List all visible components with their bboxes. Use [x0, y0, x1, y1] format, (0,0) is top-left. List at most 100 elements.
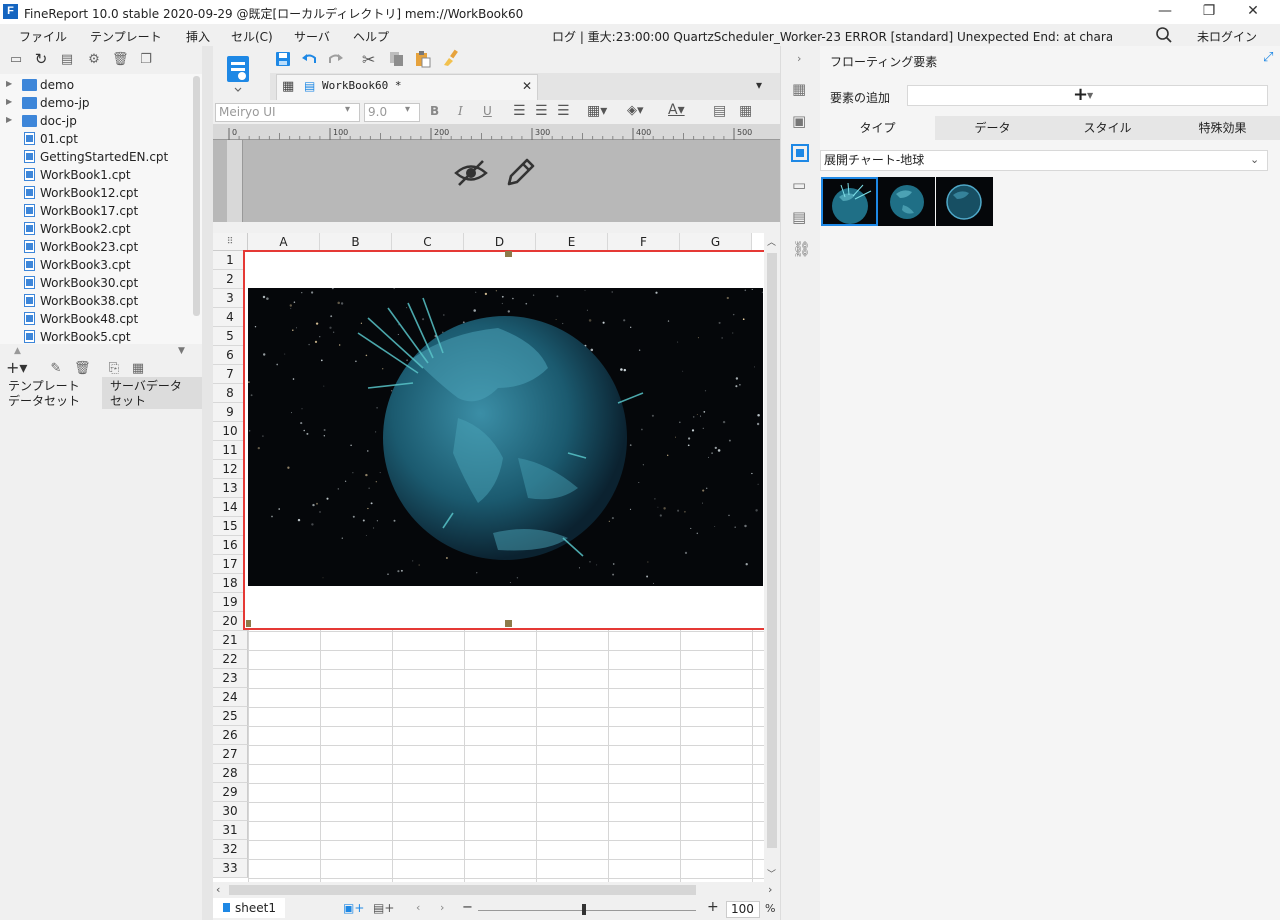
tree-file[interactable]: GettingStartedEN.cpt	[0, 148, 192, 166]
column-header[interactable]: A	[248, 233, 320, 251]
paste-icon[interactable]	[414, 50, 432, 71]
tab-special-effect[interactable]: 特殊効果	[1165, 116, 1280, 140]
row-header[interactable]: 23	[213, 669, 248, 688]
thumbnail-globe-3[interactable]	[936, 177, 993, 226]
zoom-slider-track[interactable]	[478, 910, 696, 911]
tab-type[interactable]: タイプ	[820, 116, 935, 140]
collapse-up-icon[interactable]: ▲	[14, 346, 21, 356]
merge-icon[interactable]: ▤	[713, 103, 726, 119]
redo-icon[interactable]	[327, 50, 345, 71]
cut-icon[interactable]: ✂	[362, 50, 375, 69]
thumbnail-globe-1[interactable]	[821, 177, 878, 226]
column-header[interactable]: D	[464, 233, 536, 251]
copy-icon[interactable]: ❐	[138, 53, 154, 67]
row-header[interactable]: 26	[213, 726, 248, 745]
align-left-icon[interactable]: ☰	[513, 103, 526, 119]
row-header[interactable]: 25	[213, 707, 248, 726]
menu-file[interactable]: ファイル	[19, 28, 67, 45]
edit-dataset-icon[interactable]: ✎	[48, 362, 64, 376]
expand-arrow-icon[interactable]: ▶	[6, 115, 12, 124]
restore-button[interactable]: ❐	[1186, 0, 1232, 24]
row-header[interactable]: 31	[213, 821, 248, 840]
bold-button[interactable]: B	[430, 104, 439, 118]
format-painter-icon[interactable]	[442, 49, 460, 70]
tree-file[interactable]: WorkBook30.cpt	[0, 274, 192, 292]
menu-template[interactable]: テンプレート	[90, 28, 162, 45]
new-folder-icon[interactable]: ▭	[8, 53, 24, 67]
pin-icon[interactable]: ⤢	[1263, 50, 1273, 65]
widget-icon[interactable]: ▭	[792, 176, 806, 194]
copy-icon[interactable]	[388, 50, 406, 71]
scroll-left-icon[interactable]: ‹	[216, 883, 220, 896]
tab-data[interactable]: データ	[935, 116, 1050, 140]
column-header[interactable]: C	[392, 233, 464, 251]
row-header[interactable]: 29	[213, 783, 248, 802]
tree-scrollbar[interactable]	[193, 76, 200, 316]
hscroll-thumb[interactable]	[229, 885, 696, 895]
hyperlink-icon[interactable]: ⛓	[792, 240, 811, 258]
tab-server-dataset[interactable]: サーバデータ セット	[102, 377, 202, 409]
delete-icon[interactable]: 🗑	[112, 53, 129, 67]
align-right-icon[interactable]: ☰	[557, 103, 570, 119]
resize-handle-top[interactable]	[505, 251, 512, 257]
row-header[interactable]: 30	[213, 802, 248, 821]
scroll-right-icon[interactable]: ›	[768, 883, 772, 896]
tree-file[interactable]: WorkBook12.cpt	[0, 184, 192, 202]
thumbnail-globe-2[interactable]	[878, 177, 935, 226]
scroll-down-icon[interactable]: ﹀	[767, 867, 776, 880]
tree-folder[interactable]: ▶ demo-jp	[0, 94, 192, 112]
select-all-corner[interactable]: ⠿	[213, 233, 248, 251]
preview-button[interactable]	[224, 52, 252, 96]
undo-icon[interactable]	[300, 50, 318, 71]
row-header[interactable]: 24	[213, 688, 248, 707]
expand-panel-icon[interactable]: ›	[797, 52, 801, 65]
row-header[interactable]: 22	[213, 650, 248, 669]
hide-eye-icon[interactable]	[453, 158, 489, 191]
edit-pencil-icon[interactable]	[503, 156, 537, 193]
log-message[interactable]: ログ | 重大:23:00:00 QuartzScheduler_Worker-…	[552, 28, 1112, 45]
font-size-select[interactable]: 9.0	[364, 103, 420, 122]
search-icon[interactable]	[1155, 26, 1173, 47]
font-name-select[interactable]: Meiryo UI	[215, 103, 360, 122]
tree-folder[interactable]: ▶ doc-jp	[0, 112, 192, 130]
menu-cell[interactable]: セル(C)	[231, 28, 273, 45]
column-header[interactable]: E	[536, 233, 608, 251]
row-header[interactable]: 28	[213, 764, 248, 783]
cell-element-icon[interactable]: ▣	[792, 112, 806, 130]
zoom-input[interactable]: 100	[726, 901, 760, 918]
globe-chart-image[interactable]	[248, 288, 763, 586]
tree-file[interactable]: WorkBook5.cpt	[0, 328, 192, 346]
menu-insert[interactable]: 挿入	[186, 28, 210, 45]
row-header[interactable]: 27	[213, 745, 248, 764]
tree-folder[interactable]: ▶ demo	[0, 76, 192, 94]
prev-sheet-icon[interactable]: ‹	[416, 901, 420, 914]
resize-handle-bottom[interactable]	[505, 620, 512, 627]
tab-style[interactable]: スタイル	[1050, 116, 1165, 140]
row-header[interactable]: 21	[213, 631, 248, 650]
font-color-icon[interactable]: A▾	[668, 102, 685, 118]
scroll-thumb[interactable]	[767, 253, 777, 848]
locate-icon[interactable]: ⚙	[86, 53, 102, 67]
tab-list-icon[interactable]: ▾	[756, 78, 762, 92]
close-button[interactable]: ✕	[1230, 0, 1276, 24]
tree-file[interactable]: 01.cpt	[0, 130, 192, 148]
column-header[interactable]: B	[320, 233, 392, 251]
size-dropdown-icon[interactable]: ▾	[405, 104, 410, 115]
column-header[interactable]: F	[608, 233, 680, 251]
add-dataset-icon[interactable]: +▾	[6, 358, 27, 377]
column-header[interactable]: G	[680, 233, 752, 251]
expand-arrow-icon[interactable]: ▶	[6, 97, 12, 106]
zoom-slider-thumb[interactable]	[582, 904, 586, 915]
resize-handle-bottom-left[interactable]	[246, 620, 251, 627]
expand-arrow-icon[interactable]: ▶	[6, 79, 12, 88]
login-status[interactable]: 未ログイン	[1197, 28, 1257, 45]
next-sheet-icon[interactable]: ›	[440, 901, 444, 914]
server-dataset-icon[interactable]: ▦	[130, 362, 146, 376]
panel-splitter[interactable]	[202, 46, 213, 920]
add-report-sheet-icon[interactable]: ▤+	[373, 901, 394, 915]
tree-file[interactable]: WorkBook48.cpt	[0, 310, 192, 328]
zoom-out-button[interactable]: −	[462, 900, 473, 915]
minimize-button[interactable]: —	[1142, 0, 1188, 24]
menu-server[interactable]: サーバ	[294, 28, 330, 45]
tree-file[interactable]: WorkBook2.cpt	[0, 220, 192, 238]
